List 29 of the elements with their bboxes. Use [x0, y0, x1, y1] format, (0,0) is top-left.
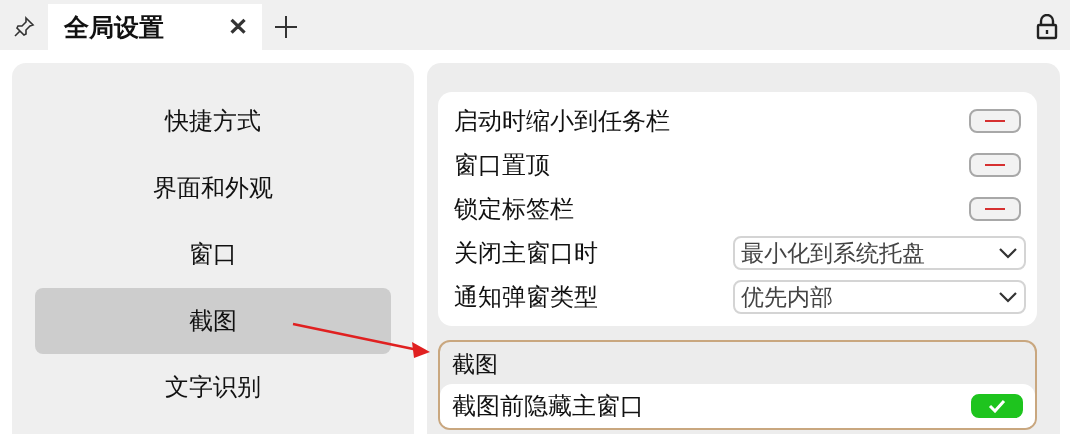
setting-label: 启动时缩小到任务栏 [454, 106, 670, 137]
setting-label: 窗口置顶 [454, 150, 550, 181]
setting-label: 关闭主窗口时 [454, 238, 598, 269]
toggle-switch[interactable] [969, 197, 1021, 221]
nav-item[interactable]: 快捷方式 [35, 88, 391, 155]
nav-item[interactable]: 截图 [35, 287, 391, 354]
toggle-switch[interactable] [969, 153, 1021, 177]
tab[interactable]: 全局设置 ✕ [48, 4, 262, 50]
dropdown[interactable]: 优先内部 [733, 280, 1026, 314]
chevron-down-icon [998, 247, 1018, 259]
pin-icon[interactable] [12, 15, 36, 39]
toggle-switch[interactable] [971, 394, 1023, 418]
dropdown[interactable]: 最小化到系统托盘 [733, 236, 1026, 270]
nav-item[interactable]: 文字识别 [35, 354, 391, 421]
minus-icon [985, 163, 1005, 167]
setting-label: 通知弹窗类型 [454, 282, 598, 313]
check-icon [987, 399, 1007, 413]
toggle-switch[interactable] [969, 109, 1021, 133]
nav-item[interactable]: 界面和外观 [35, 154, 391, 221]
section-title: 截图 [452, 349, 498, 379]
add-tab-icon[interactable] [274, 15, 298, 39]
minus-icon [985, 207, 1005, 211]
setting-label: 锁定标签栏 [454, 194, 574, 225]
lock-icon[interactable] [1036, 14, 1058, 40]
chevron-down-icon [998, 291, 1018, 303]
nav-item[interactable]: 窗口 [35, 221, 391, 288]
close-tab-button[interactable]: ✕ [228, 13, 248, 41]
setting-label: 截图前隐藏主窗口 [452, 391, 644, 422]
minus-icon [985, 119, 1005, 123]
